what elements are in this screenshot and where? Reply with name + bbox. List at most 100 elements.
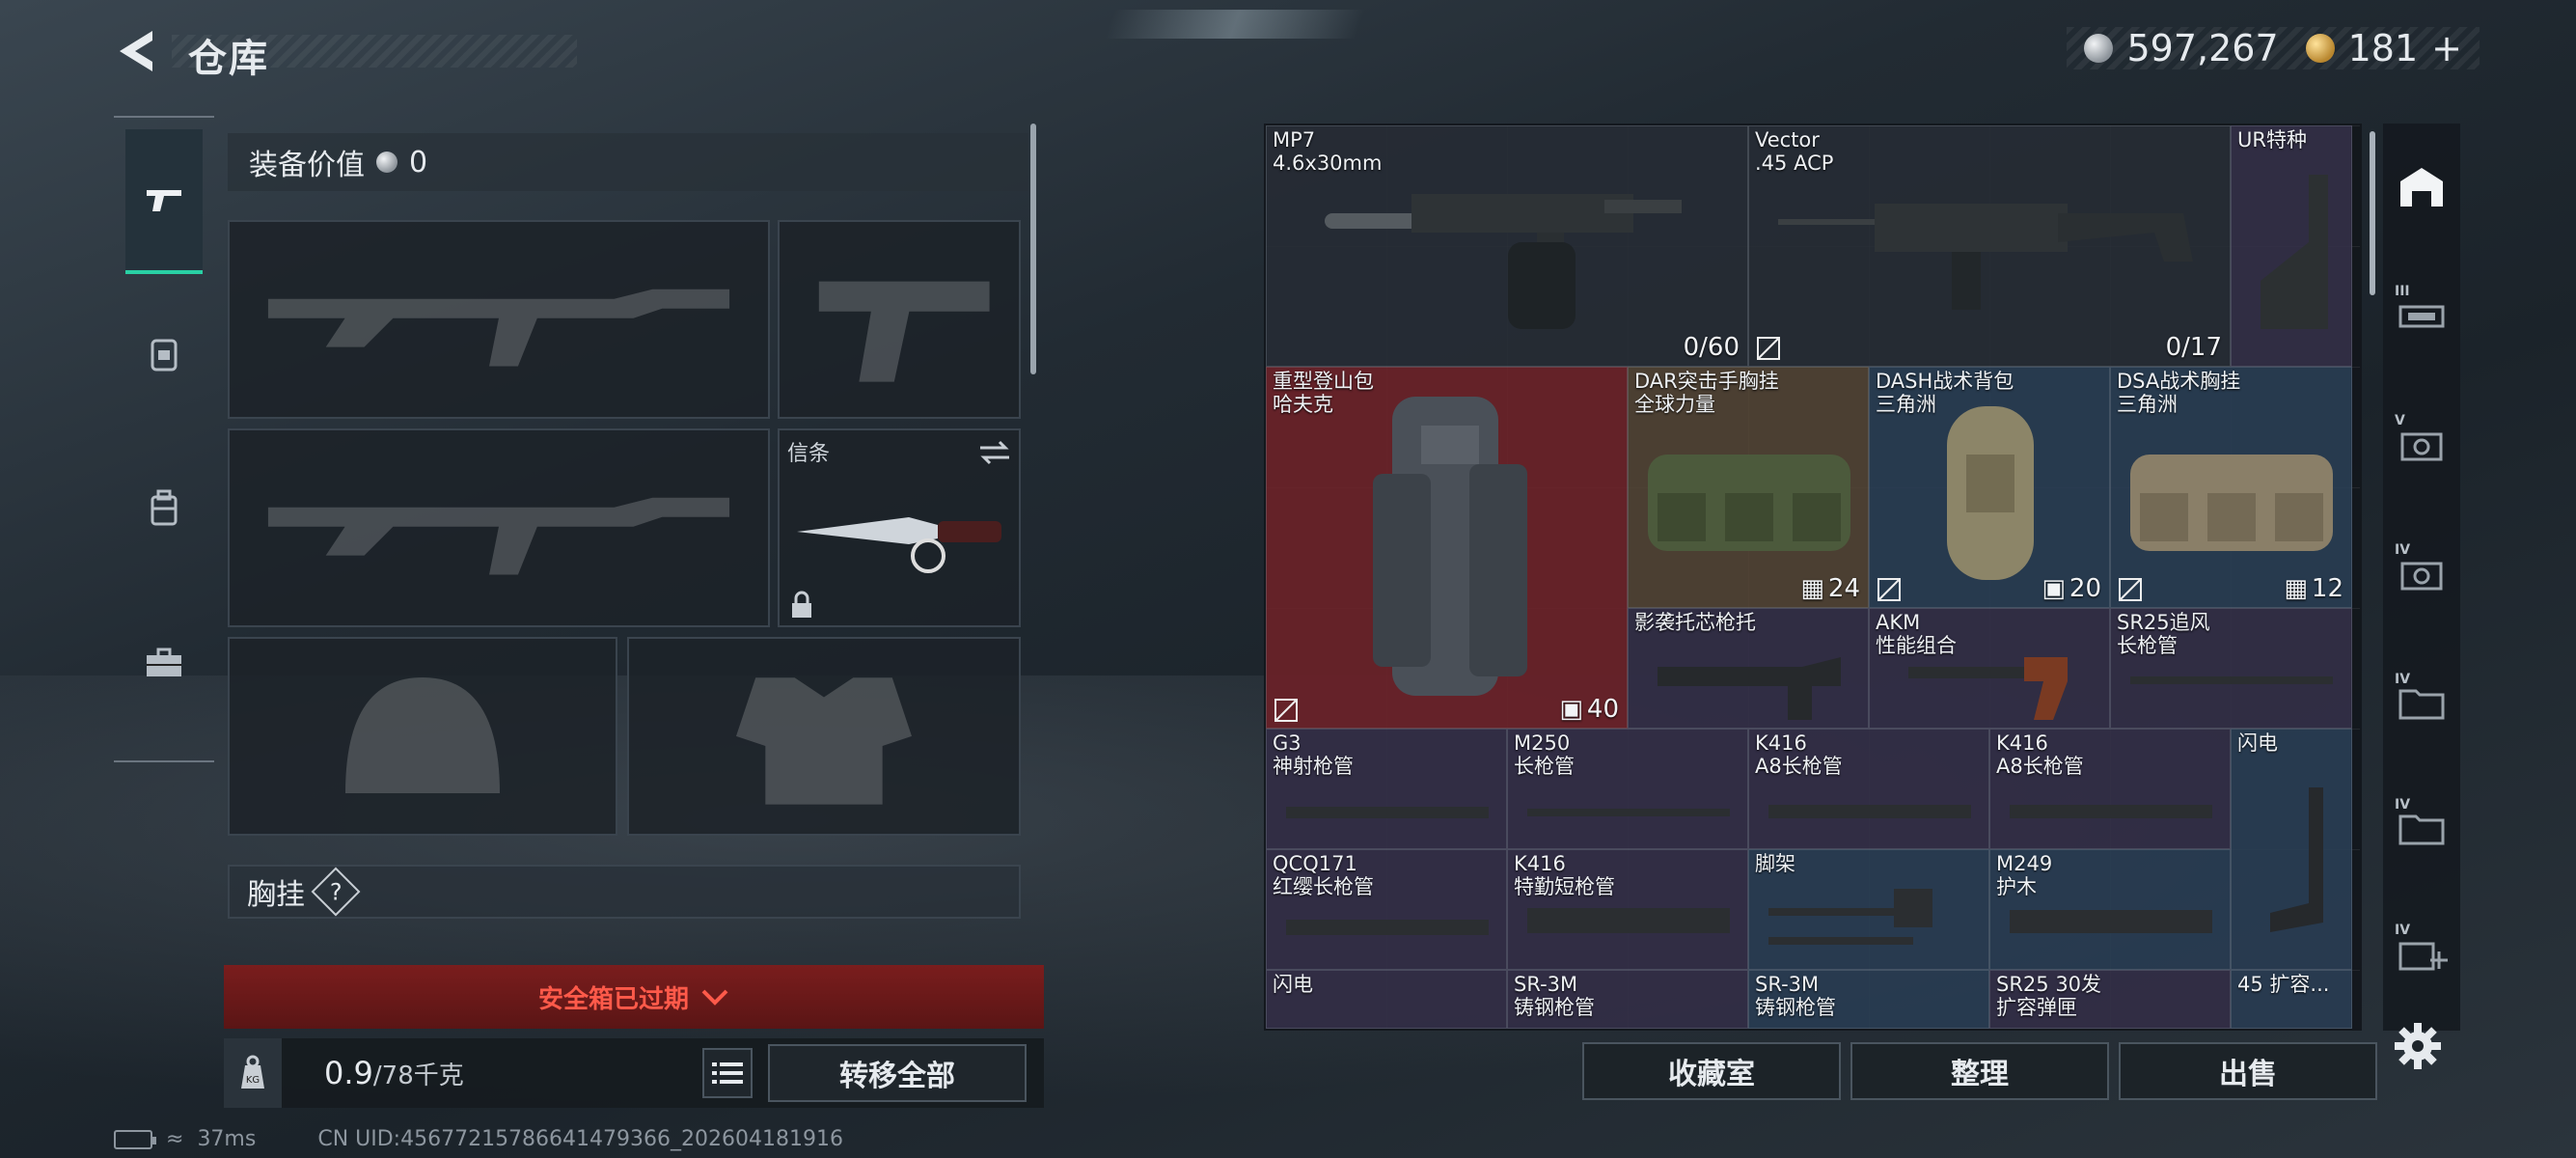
item-name: K416 A8长枪管 (1996, 731, 2084, 778)
helmet-silhouette-icon (345, 677, 500, 793)
item-name: QCQ171 红缨长枪管 (1273, 852, 1374, 898)
add-gold-button[interactable]: + (2431, 27, 2462, 69)
tab-level-label: III (2395, 284, 2410, 299)
tab-tools[interactable] (125, 591, 203, 735)
helmet-slot[interactable] (228, 637, 617, 836)
safebox-expired-text: 安全箱已过期 (537, 984, 689, 1014)
list-view-button[interactable] (702, 1048, 753, 1098)
tab-level-label: IV (2395, 542, 2411, 558)
primary-weapon-slot[interactable] (228, 220, 770, 419)
stash-item-g3-barrel[interactable]: G3 神射枪管 (1266, 729, 1507, 849)
item-name: K416 A8长枪管 (1755, 731, 1843, 778)
stash-item-k416-a8-2[interactable]: K416 A8长枪管 (1989, 729, 2231, 849)
stash-page-tabs: III V IV IV IV IV (2383, 124, 2460, 1031)
sell-button[interactable]: 出售 (2119, 1042, 2377, 1100)
stash-item-m249-handguard[interactable]: M249 护木 (1989, 849, 2231, 970)
stash-item-akm-grip[interactable]: AKM 性能组合 (1869, 608, 2110, 729)
stash-item-bipod[interactable]: 脚架 (1748, 849, 1989, 970)
no-insure-icon (1757, 337, 1780, 360)
item-name: 闪电 (1273, 973, 1313, 996)
wifi-icon: ≈ (166, 1127, 184, 1151)
stash-item-mag45[interactable]: 45 扩容... (2231, 970, 2352, 1029)
stash-item-sr25-barrel[interactable]: SR25追风 长枪管 (2110, 608, 2352, 729)
vest-small-icon: ▦ (1800, 574, 1824, 603)
weight-display: 0.9/78千克 (324, 1055, 464, 1091)
tab-bags[interactable] (125, 436, 203, 581)
loadout-scrollbar[interactable] (1030, 124, 1036, 374)
item-name: M249 护木 (1996, 852, 2053, 898)
stash-scrollbar[interactable] (2370, 131, 2375, 295)
secondary-weapon-slot[interactable] (228, 428, 770, 627)
help-icon: ? (329, 878, 343, 905)
stash-item-k416-short[interactable]: K416 特勤短枪管 (1507, 849, 1748, 970)
swap-icon[interactable] (978, 438, 1011, 467)
armor-slot[interactable] (627, 637, 1021, 836)
stash-item-dar-rig[interactable]: DAR突击手胸挂 全球力量 ▦ 24 (1628, 367, 1869, 608)
pistol-icon (147, 190, 181, 211)
tab-case-v[interactable]: V (2393, 413, 2451, 473)
lock-icon (792, 591, 811, 618)
chest-rig-icon (1648, 455, 1850, 551)
equip-value: 0 (409, 145, 428, 179)
stash-item-flash-1[interactable]: 闪电 (2231, 729, 2352, 970)
stash-item-flash-2[interactable]: 闪电 (1266, 970, 1507, 1029)
stash-item-qcq171[interactable]: QCQ171 红缨长枪管 (1266, 849, 1507, 970)
pistol-silhouette-icon (818, 281, 990, 382)
sort-button[interactable]: 整理 (1850, 1042, 2109, 1100)
smg-icon (1778, 204, 2193, 310)
backpack-small-icon: ▣ (2042, 574, 2066, 603)
settings-gear-icon[interactable] (2393, 1021, 2443, 1071)
barrel-icon (1768, 805, 1971, 818)
barrel-icon (2010, 805, 2212, 818)
stash-item-mp7[interactable]: MP7 4.6x30mm 0/60 (1266, 125, 1748, 367)
weight-value: 0.9 (324, 1055, 373, 1091)
chest-rig-row[interactable]: 胸挂 ? (228, 865, 1021, 919)
stash-item-m250-barrel[interactable]: M250 长枪管 (1507, 729, 1748, 849)
stock-icon (1658, 657, 1841, 720)
tab-gear[interactable] (125, 282, 203, 427)
stock-icon (2261, 175, 2328, 329)
stash-item-dsa-rig[interactable]: DSA战术胸挂 三角洲 ▦ 12 (2110, 367, 2352, 608)
transfer-all-button[interactable]: 转移全部 (768, 1044, 1027, 1102)
stash-grid: MP7 4.6x30mm 0/60 Vector .45 ACP 0/17 UR… (1264, 124, 2375, 1031)
stash-item-vector[interactable]: Vector .45 ACP 0/17 (1748, 125, 2231, 367)
item-name: SR-3M 铸钢枪管 (1755, 973, 1836, 1019)
tab-weapons[interactable] (125, 129, 203, 274)
list-icon (712, 1062, 743, 1084)
ping-text: 37ms (197, 1127, 257, 1151)
back-arrow-icon[interactable] (114, 27, 162, 75)
stash-item-sr3m-1[interactable]: SR-3M 铸钢枪管 (1507, 970, 1748, 1029)
tab-warehouse[interactable] (2393, 158, 2451, 216)
stash-item-ur[interactable]: UR特种 (2231, 125, 2352, 367)
rifle-silhouette-icon (267, 289, 730, 367)
weight-bar: KG 0.9/78千克 转移全部 (224, 1038, 1044, 1108)
safebox-expired-banner[interactable]: 安全箱已过期 (224, 965, 1044, 1029)
item-name: K416 特勤短枪管 (1514, 852, 1615, 898)
chevron-down-icon (701, 989, 728, 1006)
stash-item-hiking-pack[interactable]: 重型登山包 哈夫克 ▣ 40 (1266, 367, 1628, 729)
grip-icon (1908, 657, 2068, 720)
pistol-slot[interactable] (778, 220, 1021, 419)
stash-item-dash-pack[interactable]: DASH战术背包 三角洲 ▣ 20 (1869, 367, 2110, 608)
help-button[interactable]: ? (311, 867, 361, 917)
stock-icon (2270, 787, 2323, 932)
stash-item-shadow-stock[interactable]: 影袭托芯枪托 (1628, 608, 1869, 729)
tab-case-iv-a[interactable]: IV (2393, 542, 2451, 602)
tab-case-iv-c[interactable]: IV (2393, 797, 2451, 857)
tab-case-iii[interactable]: III (2393, 284, 2451, 344)
svg-text:KG: KG (246, 1075, 260, 1086)
no-insure-icon (1877, 578, 1901, 601)
barrel-icon (1527, 809, 1730, 816)
item-name: DSA战术胸挂 三角洲 (2117, 370, 2241, 416)
tab-case-iv-b[interactable]: IV (2393, 672, 2451, 731)
stash-item-sr25-mag[interactable]: SR25 30发 扩容弹匣 (1989, 970, 2231, 1029)
vest-small-icon: ▦ (2284, 574, 2308, 603)
stash-item-k416-a8-1[interactable]: K416 A8长枪管 (1748, 729, 1989, 849)
collection-room-button[interactable]: 收藏室 (1582, 1042, 1841, 1100)
melee-slot[interactable]: 信条 (778, 428, 1021, 627)
loadout-panel: 装备价值 0 信条 胸挂 ? 安全箱已过期 KG 0.9/78千克 转移全部 (224, 124, 1044, 1108)
item-name: SR25追风 长枪管 (2117, 611, 2210, 657)
tab-add-case[interactable]: IV (2393, 923, 2451, 982)
item-name: 脚架 (1755, 852, 1795, 875)
stash-item-sr3m-2[interactable]: SR-3M 铸钢枪管 (1748, 970, 1989, 1029)
